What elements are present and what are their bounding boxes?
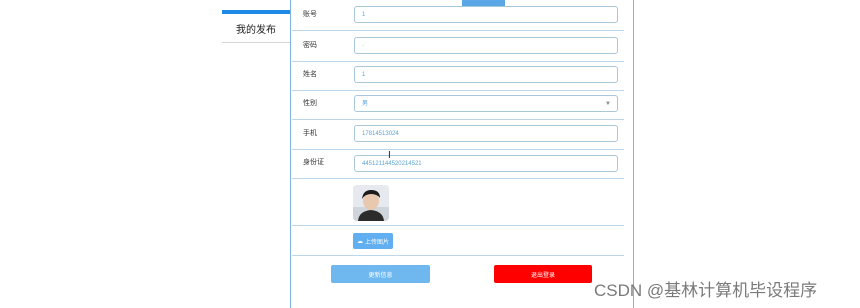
content-border-right [633, 0, 634, 308]
idcard-row: 身份证 445121144520214521 [292, 148, 624, 179]
name-field[interactable]: 1 [354, 66, 618, 83]
gender-row: 性别 男 ▼ [292, 89, 624, 120]
chevron-down-icon: ▼ [605, 101, 611, 107]
gender-select[interactable]: 男 ▼ [354, 95, 618, 112]
avatar [353, 185, 389, 221]
password-label: 密码 [303, 42, 317, 49]
phone-field[interactable]: 17814513024 [354, 125, 618, 142]
username-label: 账号 [303, 11, 317, 18]
update-info-button[interactable]: 更新信息 [331, 265, 430, 283]
password-row: 密码 · [292, 31, 624, 62]
username-field[interactable]: 1 [354, 6, 618, 23]
name-label: 姓名 [303, 71, 317, 78]
upload-image-button[interactable]: ☁ 上传图片 [353, 233, 393, 249]
logout-button[interactable]: 退出登录 [494, 265, 592, 283]
text-cursor-icon: I [388, 150, 391, 161]
sidebar: 我的发布 [222, 10, 290, 308]
idcard-field[interactable]: 445121144520214521 [354, 155, 618, 172]
phone-label: 手机 [303, 130, 317, 137]
username-row: 账号 1 [292, 0, 624, 31]
cloud-upload-icon: ☁ [356, 238, 363, 245]
gender-label: 性别 [303, 100, 317, 107]
phone-row: 手机 17814513024 [292, 119, 624, 150]
password-field[interactable]: · [354, 37, 618, 54]
watermark: CSDN @基林计算机毕设程序 [594, 281, 818, 300]
gender-select-value: 男 [362, 101, 369, 107]
avatar-photo [353, 185, 389, 221]
sidebar-item-label: 我的发布 [236, 24, 276, 36]
idcard-label: 身份证 [303, 159, 324, 166]
avatar-row [292, 179, 624, 226]
upload-image-label: 上传图片 [364, 239, 389, 246]
content-border-left [290, 0, 291, 308]
name-row: 姓名 1 [292, 60, 624, 91]
upload-row [292, 226, 624, 256]
sidebar-item-my-posts[interactable]: 我的发布 [222, 14, 290, 43]
